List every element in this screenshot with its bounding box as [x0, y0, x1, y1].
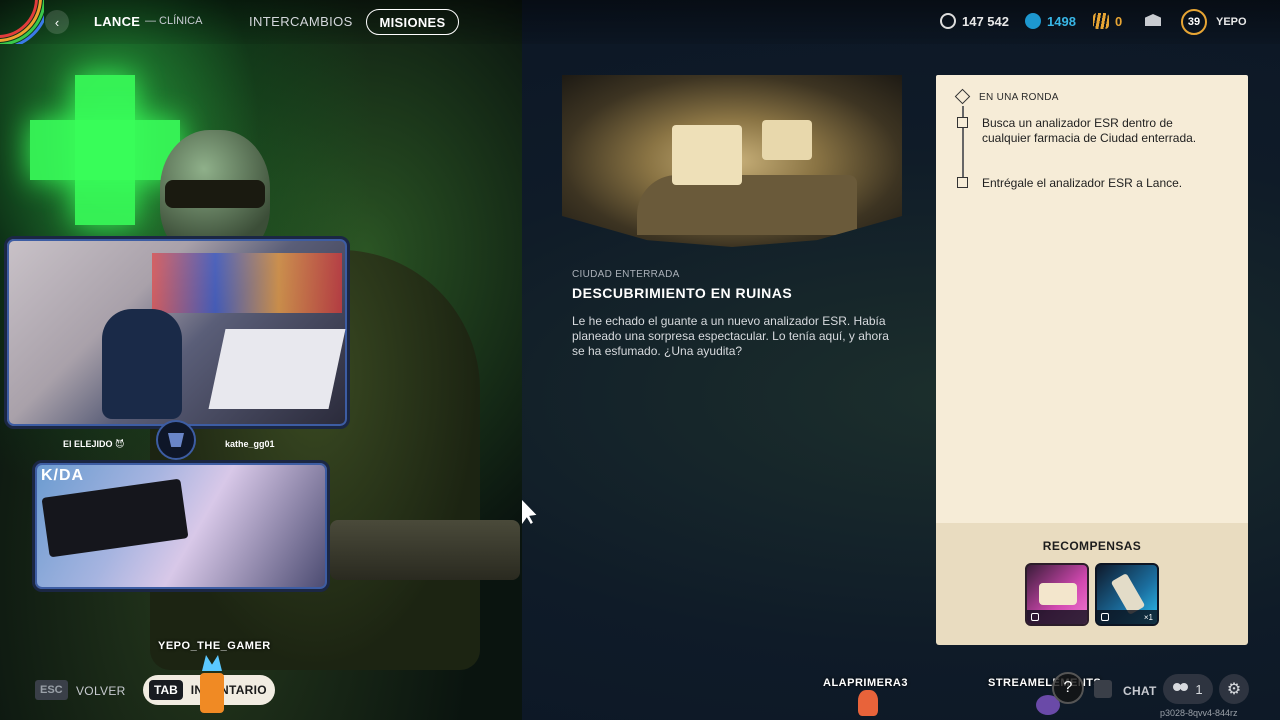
top-bar: ‹ LANCE — CLÍNICA INTERCAMBIOS MISIONES …	[0, 0, 1280, 44]
webcam-overlay-desk: K/DA	[32, 460, 330, 592]
mouse-cursor-icon	[522, 500, 537, 524]
currency-tokens: 1498	[1025, 13, 1076, 29]
back-label[interactable]: VOLVER	[76, 684, 126, 698]
npc-name: LANCE	[94, 14, 141, 29]
esc-key-hint[interactable]: ESC	[35, 680, 68, 700]
objective-item: Busca un analizador ESR dentro de cualqu…	[982, 116, 1197, 145]
objectives-header: EN UNA RONDA	[979, 92, 1059, 103]
reward-item-consumable[interactable]: ×1	[1095, 563, 1159, 626]
webcam-labels: El ELEJIDO 😈 kathe_gg01	[18, 432, 338, 456]
streamer-tag: YEPO_THE_GAMER	[158, 640, 271, 652]
checkbox-icon	[957, 117, 968, 128]
coins-value: 147 542	[962, 13, 1009, 29]
player-level-badge[interactable]: 39	[1181, 9, 1207, 35]
pink-case-icon	[1039, 583, 1077, 605]
brush-icon	[1031, 613, 1039, 621]
webcam-label-left: El ELEJIDO 😈	[63, 439, 125, 449]
checkbox-icon	[957, 177, 968, 188]
mission-title: DESCUBRIMIENTO EN RUINAS	[572, 285, 793, 301]
help-icon[interactable]: ?	[1052, 672, 1084, 704]
session-id: p3028-8qvv4-844rz	[1160, 708, 1238, 718]
webcam-label-right: kathe_gg01	[225, 439, 275, 449]
back-chevron-icon[interactable]: ‹	[45, 10, 69, 34]
tab-missions[interactable]: MISIONES	[366, 9, 459, 35]
chat-label[interactable]: CHAT	[1123, 684, 1157, 698]
chat-key-hint[interactable]	[1094, 680, 1112, 698]
player-name[interactable]: YEPO	[1216, 16, 1247, 28]
medkit-icon	[1101, 613, 1109, 621]
alert-sprite-icon	[190, 655, 234, 720]
tab-key-hint: TAB	[149, 680, 183, 700]
striped-currency-icon	[1093, 13, 1109, 29]
gear-icon[interactable]: ⚙	[1219, 674, 1249, 704]
rewards-title: RECOMPENSAS	[1042, 539, 1142, 553]
currency-other: 0	[1093, 13, 1122, 29]
reward-qty: ×1	[1143, 612, 1153, 622]
game-screen: ‹ LANCE — CLÍNICA INTERCAMBIOS MISIONES …	[0, 0, 1280, 720]
charmander-sprite-icon	[858, 690, 878, 716]
mission-description: Le he echado el guante a un nuevo analiz…	[572, 314, 889, 358]
token-icon	[1025, 13, 1041, 29]
party-icon	[1173, 683, 1189, 695]
viewer-alert-a: ALAPRIMERA3	[823, 677, 908, 689]
injector-icon	[1110, 573, 1146, 615]
tokens-value: 1498	[1047, 13, 1076, 29]
mail-icon[interactable]	[1145, 14, 1161, 26]
mission-location: CIUDAD ENTERRADA	[572, 269, 680, 280]
mission-image	[562, 75, 902, 247]
coin-icon	[940, 13, 956, 29]
viewer-alert-b: STREAMELEMENTS	[988, 677, 1102, 689]
party-count: 1	[1195, 681, 1203, 697]
objective-item: Entrégale el analizador ESR a Lance.	[982, 176, 1183, 190]
webcam-overlay-room	[4, 236, 350, 429]
objectives-panel: EN UNA RONDA Busca un analizador ESR den…	[936, 75, 1248, 523]
other-value: 0	[1115, 13, 1123, 29]
rewards-panel: RECOMPENSAS ×1	[936, 523, 1248, 645]
npc-location: — CLÍNICA	[145, 15, 203, 27]
diamond-icon	[954, 88, 971, 105]
reward-item-cosmetic[interactable]	[1025, 563, 1089, 626]
tab-trades[interactable]: INTERCAMBIOS	[249, 14, 353, 29]
kda-overlay-text: K/DA	[41, 467, 85, 484]
party-button[interactable]: 1	[1163, 674, 1213, 704]
currency-coins: 147 542	[940, 13, 1009, 29]
rainbow-stream-icon	[0, 0, 44, 44]
table-props	[330, 520, 520, 580]
